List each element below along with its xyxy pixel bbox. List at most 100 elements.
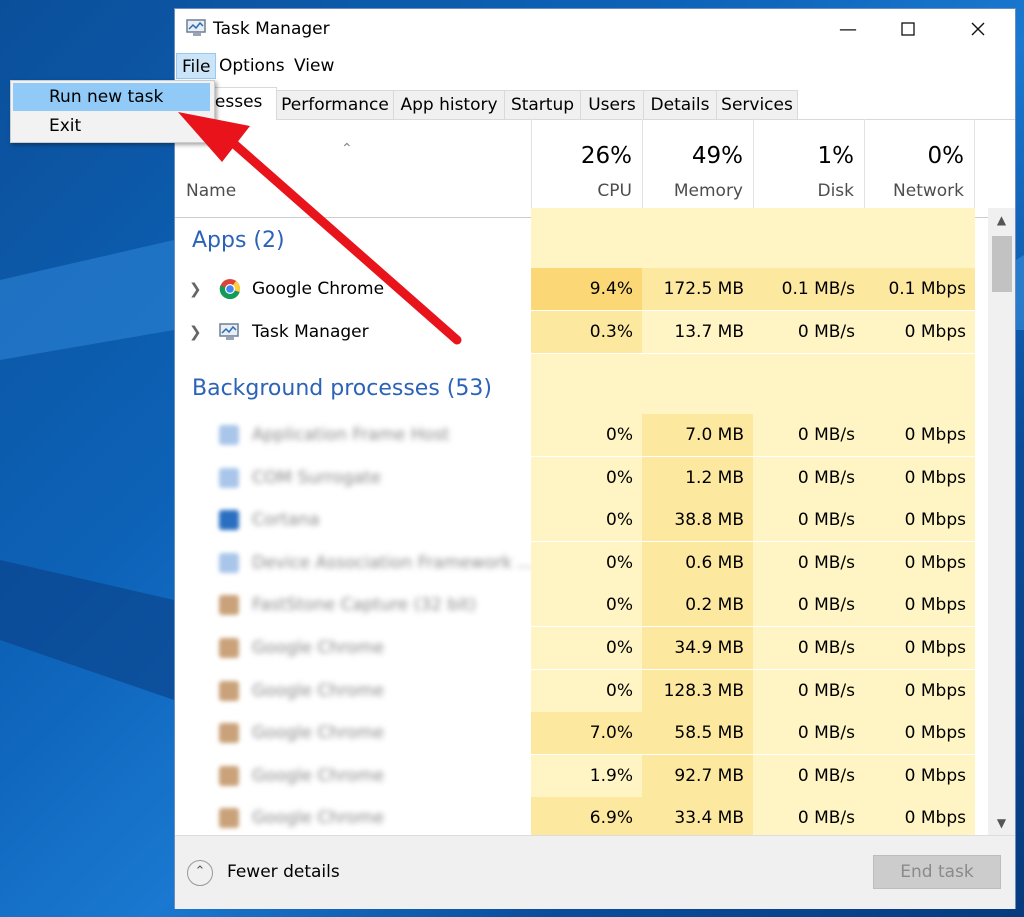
app-row[interactable]: ❯ Task Manager 0.3% 13.7 MB 0 MB/s 0 Mbp… <box>175 311 975 353</box>
memory-cell: 13.7 MB <box>642 311 753 353</box>
process-row[interactable]: Google Chrome 7.0% 58.5 MB 0 MB/s 0 Mbps <box>175 712 975 755</box>
disk-cell: 0 MB/s <box>753 311 864 353</box>
network-cell: 0 Mbps <box>864 311 975 353</box>
column-header: ⌃ Name 26% CPU 49% Memory 1% Disk 0% Net… <box>175 119 1015 218</box>
tab-performance[interactable]: Performance <box>276 90 394 119</box>
fewer-details-link[interactable]: Fewer details <box>227 862 340 882</box>
process-row[interactable]: Google Chrome 6.9% 33.4 MB 0 MB/s 0 Mbps <box>175 797 975 835</box>
tab-app-history[interactable]: App history <box>393 90 505 119</box>
close-button[interactable] <box>955 9 1001 49</box>
tab-services[interactable]: Services <box>716 90 798 119</box>
tab-users[interactable]: Users <box>580 90 644 119</box>
column-name[interactable]: Name <box>186 181 236 201</box>
process-name: Application Frame Host <box>252 425 450 445</box>
footer-bar: ⌃ Fewer details End task <box>175 835 1015 909</box>
disk-cell: 0 MB/s <box>753 797 864 835</box>
process-icon <box>219 680 239 701</box>
cpu-cell: 0% <box>531 541 642 584</box>
network-cell: 0 Mbps <box>864 499 975 542</box>
sort-caret-icon: ⌃ <box>341 141 353 157</box>
tab-startup[interactable]: Startup <box>504 90 581 119</box>
section-title-apps: Apps (2) <box>192 228 285 253</box>
process-row[interactable]: Application Frame Host 0% 7.0 MB 0 MB/s 0 Mb… <box>175 414 975 456</box>
process-name: Google Chrome <box>252 638 385 658</box>
disk-cell: 0 MB/s <box>753 414 864 456</box>
process-name: Task Manager <box>252 322 369 342</box>
network-cell: 0 Mbps <box>864 754 975 797</box>
scroll-up-icon[interactable]: ▲ <box>988 208 1015 232</box>
network-cell: 0 Mbps <box>864 584 975 627</box>
menu-file[interactable]: File <box>176 53 217 79</box>
network-cell: 0.1 Mbps <box>864 268 975 310</box>
process-row[interactable]: Google Chrome 1.9% 92.7 MB 0 MB/s 0 Mbps <box>175 754 975 797</box>
cpu-total: 26% <box>580 143 632 169</box>
disk-cell: 0 MB/s <box>753 541 864 584</box>
process-name: COM Surrogate <box>252 467 381 488</box>
memory-cell: 33.4 MB <box>642 797 753 835</box>
task-manager-window: Task Manager — File Options View cesses … <box>174 8 1016 909</box>
network-total: 0% <box>927 143 965 169</box>
process-name: FastStone Capture (32 bit) <box>252 595 477 616</box>
process-row[interactable]: Google Chrome 0% 34.9 MB 0 MB/s 0 Mbps <box>175 627 975 669</box>
column-disk[interactable]: 1% Disk <box>753 119 864 217</box>
column-memory[interactable]: 49% Memory <box>642 119 753 217</box>
network-cell: 0 Mbps <box>864 712 975 755</box>
process-row[interactable]: FastStone Capture (32 bit) 0% 0.2 MB 0 MB/s… <box>175 584 975 627</box>
cpu-cell: 0% <box>531 584 642 627</box>
disk-cell: 0 MB/s <box>753 754 864 797</box>
vertical-scrollbar[interactable]: ▲ ▼ <box>988 208 1015 835</box>
task-manager-icon <box>219 323 239 340</box>
minimize-button[interactable]: — <box>825 9 871 49</box>
cpu-cell: 0% <box>531 627 642 669</box>
memory-cell: 172.5 MB <box>642 268 753 310</box>
memory-cell: 34.9 MB <box>642 627 753 669</box>
menu-bar: File Options View <box>175 51 1015 81</box>
process-row[interactable]: Device Association Framework ... 0% 0.6 MB… <box>175 541 975 584</box>
process-name: Google Chrome <box>252 279 385 299</box>
task-manager-icon <box>186 19 206 36</box>
title-bar[interactable]: Task Manager — <box>175 9 1015 49</box>
window-title: Task Manager <box>213 19 330 39</box>
process-icon <box>219 510 239 531</box>
process-name: Cortana <box>252 510 320 531</box>
process-row[interactable]: Cortana 0% 38.8 MB 0 MB/s 0 Mbps <box>175 499 975 542</box>
menu-options[interactable]: Options <box>214 53 290 79</box>
cpu-cell: 0% <box>531 456 642 499</box>
process-row[interactable]: COM Surrogate 0% 1.2 MB 0 MB/s 0 Mbps <box>175 456 975 499</box>
process-name: Google Chrome <box>252 723 385 744</box>
expand-chevron-icon[interactable]: ❯ <box>189 268 202 310</box>
column-network[interactable]: 0% Network <box>864 119 975 217</box>
menu-item-run-new-task[interactable]: Run new task <box>13 83 210 111</box>
network-cell: 0 Mbps <box>864 627 975 669</box>
app-row[interactable]: ❯ Google Chrome 9.4% 172.5 MB 0.1 MB/s 0… <box>175 268 975 310</box>
expand-chevron-icon[interactable]: ❯ <box>189 311 202 353</box>
end-task-button[interactable]: End task <box>873 855 1001 889</box>
network-cell: 0 Mbps <box>864 456 975 499</box>
network-cell: 0 Mbps <box>864 797 975 835</box>
disk-total: 1% <box>817 143 855 169</box>
tab-details[interactable]: Details <box>643 90 717 119</box>
menu-view[interactable]: View <box>289 53 339 79</box>
process-icon <box>219 595 239 616</box>
maximize-button[interactable] <box>885 9 931 49</box>
disk-cell: 0 MB/s <box>753 627 864 669</box>
cpu-cell: 0% <box>531 414 642 456</box>
memory-total: 49% <box>691 143 743 169</box>
cpu-cell: 9.4% <box>531 268 642 310</box>
chevron-up-icon[interactable]: ⌃ <box>187 860 213 886</box>
cpu-label: CPU <box>597 181 632 201</box>
network-label: Network <box>893 181 964 201</box>
scroll-thumb[interactable] <box>992 236 1012 292</box>
menu-item-exit[interactable]: Exit <box>13 112 210 140</box>
disk-cell: 0.1 MB/s <box>753 268 864 310</box>
process-name: Google Chrome <box>252 765 385 786</box>
cpu-cell: 0.3% <box>531 311 642 353</box>
process-row[interactable]: Google Chrome 0% 128.3 MB 0 MB/s 0 Mbps <box>175 669 975 712</box>
process-icon <box>219 425 239 445</box>
memory-cell: 128.3 MB <box>642 669 753 712</box>
scroll-down-icon[interactable]: ▼ <box>988 811 1015 835</box>
memory-cell: 0.6 MB <box>642 541 753 584</box>
column-cpu[interactable]: 26% CPU <box>531 119 642 217</box>
network-cell: 0 Mbps <box>864 414 975 456</box>
disk-cell: 0 MB/s <box>753 712 864 755</box>
